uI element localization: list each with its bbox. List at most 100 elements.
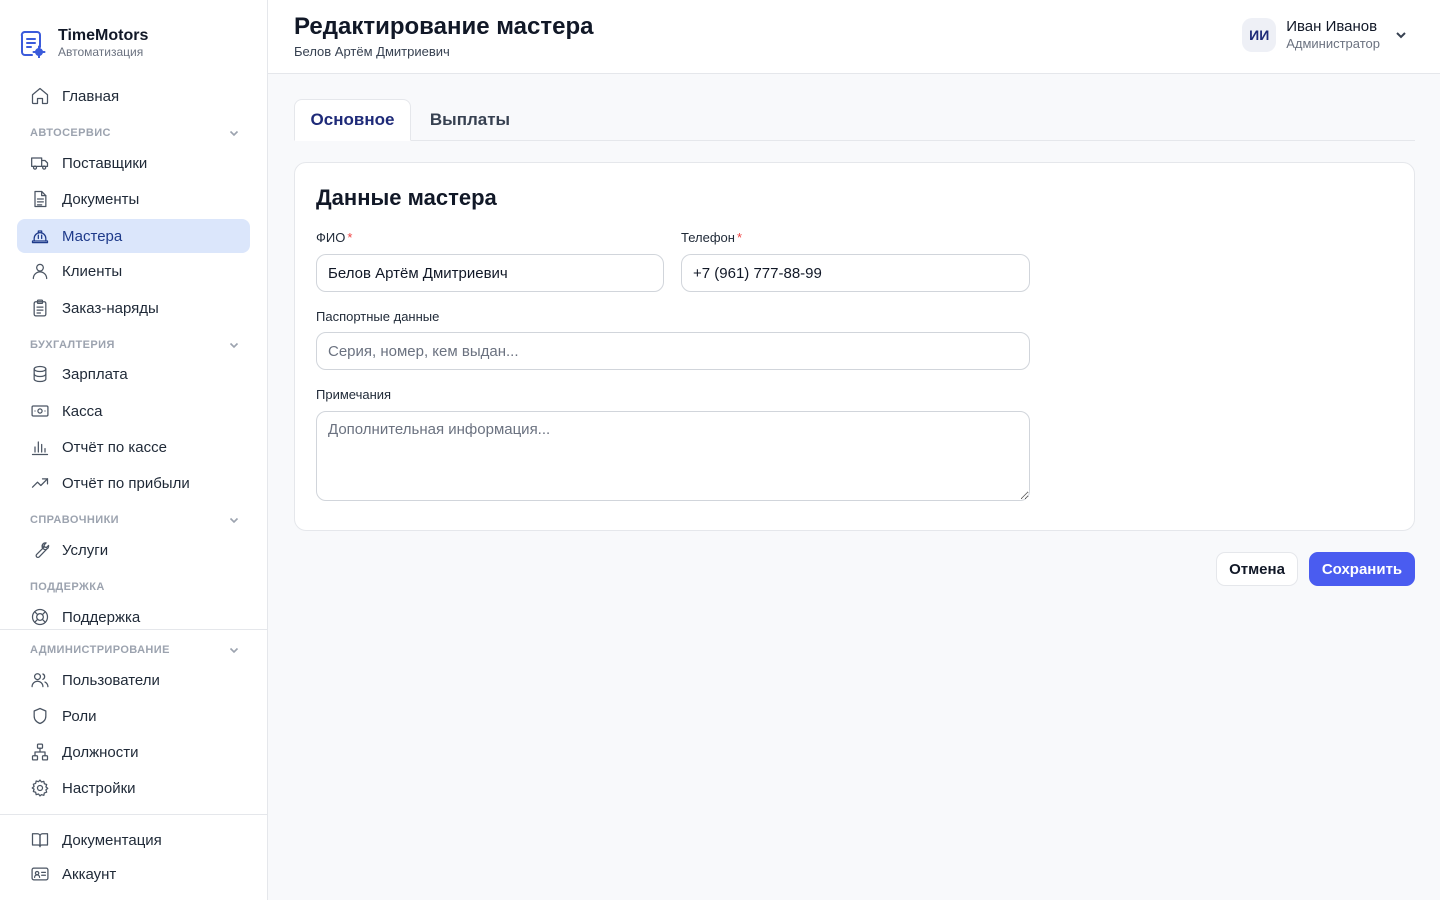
notes-label: Примечания [316, 387, 392, 402]
wrench-icon [35, 542, 50, 558]
chevron-down-icon [229, 517, 239, 524]
fio-input[interactable] [316, 254, 664, 292]
clipboard-icon [33, 299, 47, 317]
phone-input[interactable] [681, 254, 1030, 292]
id-card-icon [31, 867, 49, 881]
sidebar-item-label: Пользователи [62, 671, 160, 689]
sidebar-divider [0, 814, 267, 815]
tab-bar: Основное Выплаты [294, 99, 1415, 141]
section-label: ПОДДЕРЖКА [30, 581, 105, 593]
sidebar-item-documents[interactable]: Документы [17, 182, 250, 216]
sidebar-item-label: Документы [62, 190, 140, 208]
top-header: Редактирование мастера Белов Артём Дмитр… [268, 0, 1440, 74]
brand[interactable]: TimeMotors Автоматизация [18, 26, 148, 59]
home-icon [31, 87, 49, 105]
org-chart-icon [31, 743, 49, 761]
sidebar-item-users[interactable]: Пользователи [17, 663, 250, 697]
bar-chart-icon [31, 441, 49, 456]
sidebar-item-salary[interactable]: Зарплата [17, 357, 250, 391]
gear-icon [31, 779, 49, 797]
sidebar: TimeMotors Автоматизация Главная АВТОСЕР… [0, 0, 268, 900]
sidebar-item-settings[interactable]: Настройки [17, 771, 250, 805]
sidebar-item-label: Главная [62, 87, 120, 105]
cancel-button[interactable]: Отмена [1216, 552, 1298, 586]
section-label: АДМИНИСТРИРОВАНИЕ [30, 644, 170, 656]
shield-icon [33, 707, 47, 725]
sidebar-item-label: Документация [62, 831, 162, 849]
trending-up-icon [31, 478, 49, 488]
sidebar-item-roles[interactable]: Роли [17, 699, 250, 733]
sidebar-item-label: Услуги [62, 541, 109, 559]
sidebar-item-label: Мастера [62, 227, 123, 245]
section-admin[interactable]: АДМИНИСТРИРОВАНИЕ [30, 644, 240, 656]
passport-input[interactable] [316, 332, 1030, 370]
sidebar-item-orders[interactable]: Заказ-наряды [17, 291, 250, 325]
book-icon [31, 833, 49, 848]
phone-label: Телефон * [681, 230, 742, 245]
section-directories[interactable]: СПРАВОЧНИКИ [30, 514, 240, 526]
page-subtitle: Белов Артём Дмитриевич [294, 44, 450, 59]
tab-payments[interactable]: Выплаты [420, 99, 520, 141]
sidebar-divider [0, 629, 267, 630]
sidebar-item-label: Клиенты [62, 262, 123, 280]
user-name: Иван Иванов [1286, 18, 1378, 35]
avatar: ИИ [1242, 18, 1277, 52]
brand-name: TimeMotors [58, 27, 149, 44]
sidebar-item-cash-report[interactable]: Отчёт по кассе [17, 430, 250, 464]
card-title: Данные мастера [316, 185, 497, 210]
sidebar-item-account[interactable]: Аккаунт [17, 857, 250, 891]
document-icon [34, 190, 47, 208]
fio-label-text: ФИО [316, 230, 346, 245]
logo-icon [20, 30, 46, 58]
sidebar-item-label: Касса [62, 402, 103, 420]
hard-hat-icon [31, 230, 49, 244]
phone-label-text: Телефон [681, 230, 735, 245]
section-autoservice[interactable]: АВТОСЕРВИС [30, 127, 240, 139]
user-icon [32, 263, 48, 280]
chevron-down-icon [229, 647, 239, 654]
sidebar-item-label: Должности [62, 743, 139, 761]
section-label: БУХГАЛТЕРИЯ [30, 339, 115, 351]
required-mark: * [347, 230, 353, 245]
sidebar-item-label: Поставщики [62, 154, 148, 172]
chevron-down-icon [229, 342, 239, 349]
sidebar-item-cash[interactable]: Касса [17, 394, 250, 428]
truck-icon [31, 157, 49, 170]
save-button[interactable]: Сохранить [1309, 552, 1415, 586]
section-support: ПОДДЕРЖКА [30, 581, 240, 593]
master-form-card: Данные мастера ФИО* Телефон* Паспортные … [294, 162, 1415, 531]
user-menu[interactable]: ИИ Иван Иванов Администратор [1242, 18, 1408, 52]
sidebar-item-label: Аккаунт [62, 865, 117, 883]
required-mark: * [736, 230, 742, 245]
sidebar-item-positions[interactable]: Должности [17, 735, 250, 769]
sidebar-item-profit-report[interactable]: Отчёт по прибыли [17, 466, 250, 500]
sidebar-item-home[interactable]: Главная [17, 79, 250, 113]
database-icon [33, 365, 47, 383]
sidebar-item-documentation[interactable]: Документация [17, 823, 250, 857]
user-role: Администратор [1286, 36, 1380, 51]
page-title: Редактирование мастера [294, 13, 594, 40]
sidebar-item-label: Отчёт по кассе [62, 438, 167, 456]
sidebar-item-label: Настройки [62, 779, 136, 797]
sidebar-item-suppliers[interactable]: Поставщики [17, 146, 250, 180]
sidebar-item-label: Заказ-наряды [62, 299, 159, 317]
notes-textarea[interactable] [316, 411, 1030, 501]
sidebar-item-masters[interactable]: Мастера [17, 219, 250, 253]
sidebar-item-label: Роли [62, 707, 97, 725]
sidebar-item-clients[interactable]: Клиенты [17, 254, 250, 288]
sidebar-item-label: Поддержка [62, 608, 141, 626]
section-label: СПРАВОЧНИКИ [30, 514, 119, 526]
users-icon [31, 673, 49, 688]
section-accounting[interactable]: БУХГАЛТЕРИЯ [30, 339, 240, 351]
chevron-down-icon [1396, 32, 1406, 39]
chevron-down-icon [229, 130, 239, 137]
sidebar-item-label: Отчёт по прибыли [62, 474, 190, 492]
tab-main[interactable]: Основное [294, 99, 411, 141]
fio-label: ФИО * [316, 230, 352, 245]
passport-label: Паспортные данные [316, 309, 440, 324]
sidebar-item-services[interactable]: Услуги [17, 533, 250, 567]
banknote-icon [31, 405, 49, 417]
brand-subtitle: Автоматизация [58, 45, 144, 59]
sidebar-item-label: Зарплата [62, 365, 128, 383]
section-label: АВТОСЕРВИС [30, 127, 111, 139]
